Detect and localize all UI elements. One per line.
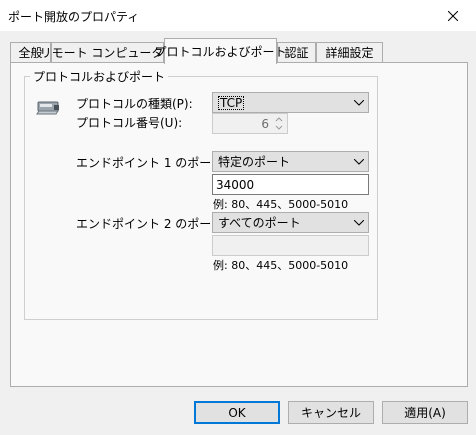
- endpoint1-port-value: 34000: [216, 177, 255, 192]
- endpoint1-port-input[interactable]: 34000: [212, 174, 369, 195]
- chevron-down-icon: [350, 93, 368, 112]
- chevron-down-icon: [350, 213, 368, 232]
- protocol-type-value: TCP: [218, 95, 245, 110]
- close-button[interactable]: [430, 0, 476, 31]
- ok-button[interactable]: OK: [194, 401, 280, 424]
- title-bar[interactable]: ポート開放のプロパティ: [0, 0, 476, 31]
- protocol-number-spinner[interactable]: 6: [212, 113, 288, 134]
- endpoint1-example-text: 例: 80、445、5000-5010: [213, 198, 349, 211]
- endpoint2-select-value: すべてのポート: [218, 216, 301, 230]
- endpoint2-example-text: 例: 80、445、5000-5010: [213, 259, 349, 272]
- protocol-number-label: プロトコル番号(U):: [76, 116, 183, 130]
- tab-protocols-and-ports[interactable]: プロトコルおよびポート: [155, 38, 287, 64]
- endpoint1-select-value: 特定のポート: [218, 155, 291, 169]
- close-icon: [448, 10, 458, 21]
- protocol-number-value: 6: [261, 117, 269, 131]
- tab-advanced[interactable]: 詳細設定: [316, 42, 383, 62]
- endpoint2-ports-select[interactable]: すべてのポート: [212, 212, 369, 233]
- protocol-type-label: プロトコルの種類(P):: [76, 97, 193, 111]
- tab-remote-computer[interactable]: リモート コンピューター: [40, 42, 175, 62]
- cancel-button[interactable]: キャンセル: [288, 401, 374, 424]
- network-adapter-icon: [36, 97, 62, 117]
- window-title: ポート開放のプロパティ: [8, 10, 140, 24]
- endpoint1-ports-select[interactable]: 特定のポート: [212, 151, 369, 172]
- spin-up-down-icon[interactable]: [272, 115, 286, 132]
- chevron-down-icon: [350, 152, 368, 171]
- endpoint2-port-input[interactable]: [212, 235, 369, 256]
- apply-button[interactable]: 適用(A): [382, 401, 468, 424]
- groupbox-title: プロトコルおよびポート: [30, 68, 169, 85]
- protocol-type-select[interactable]: TCP: [212, 92, 369, 113]
